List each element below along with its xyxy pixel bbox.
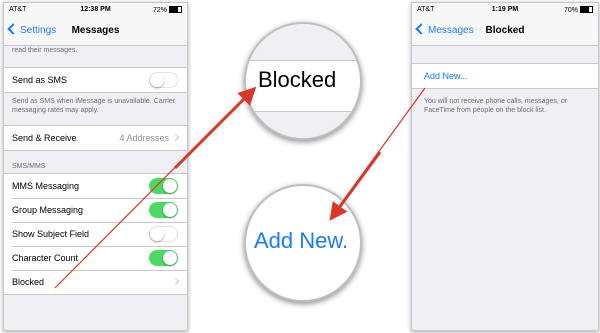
zoom-band-top — [246, 24, 360, 61]
send-receive-detail: 4 Addresses — [119, 133, 169, 143]
battery-icon — [169, 6, 182, 13]
zoom-band-bottom — [246, 111, 360, 138]
send-receive-group: Send & Receive 4 Addresses — [4, 125, 187, 151]
sms-mms-section-header: SMS/MMS — [12, 163, 46, 170]
chevron-right-icon — [171, 277, 180, 286]
battery-percent: 70% — [563, 7, 578, 14]
send-as-sms-row: Send as SMS — [4, 68, 187, 92]
send-as-sms-toggle[interactable] — [149, 72, 178, 88]
group-messaging-row: Group Messaging — [4, 198, 187, 222]
send-as-sms-label: Send as SMS — [12, 75, 68, 85]
blocked-list[interactable]: Add New... You will not receive phone ca… — [412, 46, 598, 330]
nav-bar: Messages Blocked — [412, 17, 598, 46]
add-new-label: Add New... — [424, 71, 468, 81]
show-subject-field-toggle[interactable] — [149, 226, 178, 242]
read-receipts-note: read their messages. — [12, 47, 78, 54]
toggle-knob — [150, 73, 164, 87]
show-subject-field-row: Show Subject Field — [4, 222, 187, 246]
send-receive-label: Send & Receive — [12, 133, 77, 143]
send-receive-row[interactable]: Send & Receive 4 Addresses — [4, 126, 187, 150]
blocked-screen: AT&T 1:19 PM 70% Messages Blocked Add Ne… — [411, 2, 599, 331]
status-bar: AT&T 12:38 PM 72% — [4, 3, 187, 17]
battery-percent: 72% — [152, 7, 167, 14]
show-subject-field-label: Show Subject Field — [12, 229, 90, 239]
blocked-zoom-callout: Blocked — [244, 22, 362, 140]
add-new-zoom-callout: Add New. — [244, 184, 362, 302]
group-messaging-label: Group Messaging — [12, 205, 84, 215]
group-messaging-toggle[interactable] — [149, 202, 178, 218]
status-bar: AT&T 1:19 PM 70% — [412, 3, 598, 17]
battery-icon — [580, 6, 593, 13]
blocked-row[interactable]: Blocked — [4, 270, 187, 294]
character-count-toggle[interactable] — [149, 250, 178, 266]
character-count-label: Character Count — [12, 253, 79, 263]
character-count-row: Character Count — [4, 246, 187, 270]
block-list-note: You will not receive phone calls, messag… — [424, 98, 567, 114]
page-title: Messages — [71, 25, 120, 36]
sms-note: Send as SMS when iMessage is unavailable… — [12, 98, 176, 114]
toggle-knob — [163, 203, 177, 217]
send-as-sms-group: Send as SMS — [4, 67, 187, 93]
mms-messaging-toggle[interactable] — [149, 178, 178, 194]
mms-messaging-label: MMS Messaging — [12, 181, 80, 191]
blocked-label: Blocked — [12, 277, 45, 287]
blocked-zoom-label: Blocked — [258, 67, 337, 92]
settings-list[interactable]: read their messages. Send as SMS Send as… — [4, 46, 187, 330]
add-new-zoom-label: Add New. — [254, 228, 349, 253]
nav-bar: Settings Messages — [4, 17, 187, 46]
chevron-right-icon — [171, 133, 180, 142]
toggle-knob — [163, 251, 177, 265]
battery-indicator: 70% — [564, 6, 593, 14]
toggle-knob — [163, 179, 177, 193]
battery-indicator: 72% — [153, 6, 182, 14]
mms-messaging-row: MMS Messaging — [4, 174, 187, 198]
sms-mms-group: MMS Messaging Group Messaging Show Subje… — [4, 173, 187, 295]
add-new-row[interactable]: Add New... — [412, 63, 598, 89]
messages-settings-screen: AT&T 12:38 PM 72% Settings Messages read… — [3, 2, 188, 331]
toggle-knob — [150, 227, 164, 241]
page-title: Blocked — [485, 25, 525, 36]
